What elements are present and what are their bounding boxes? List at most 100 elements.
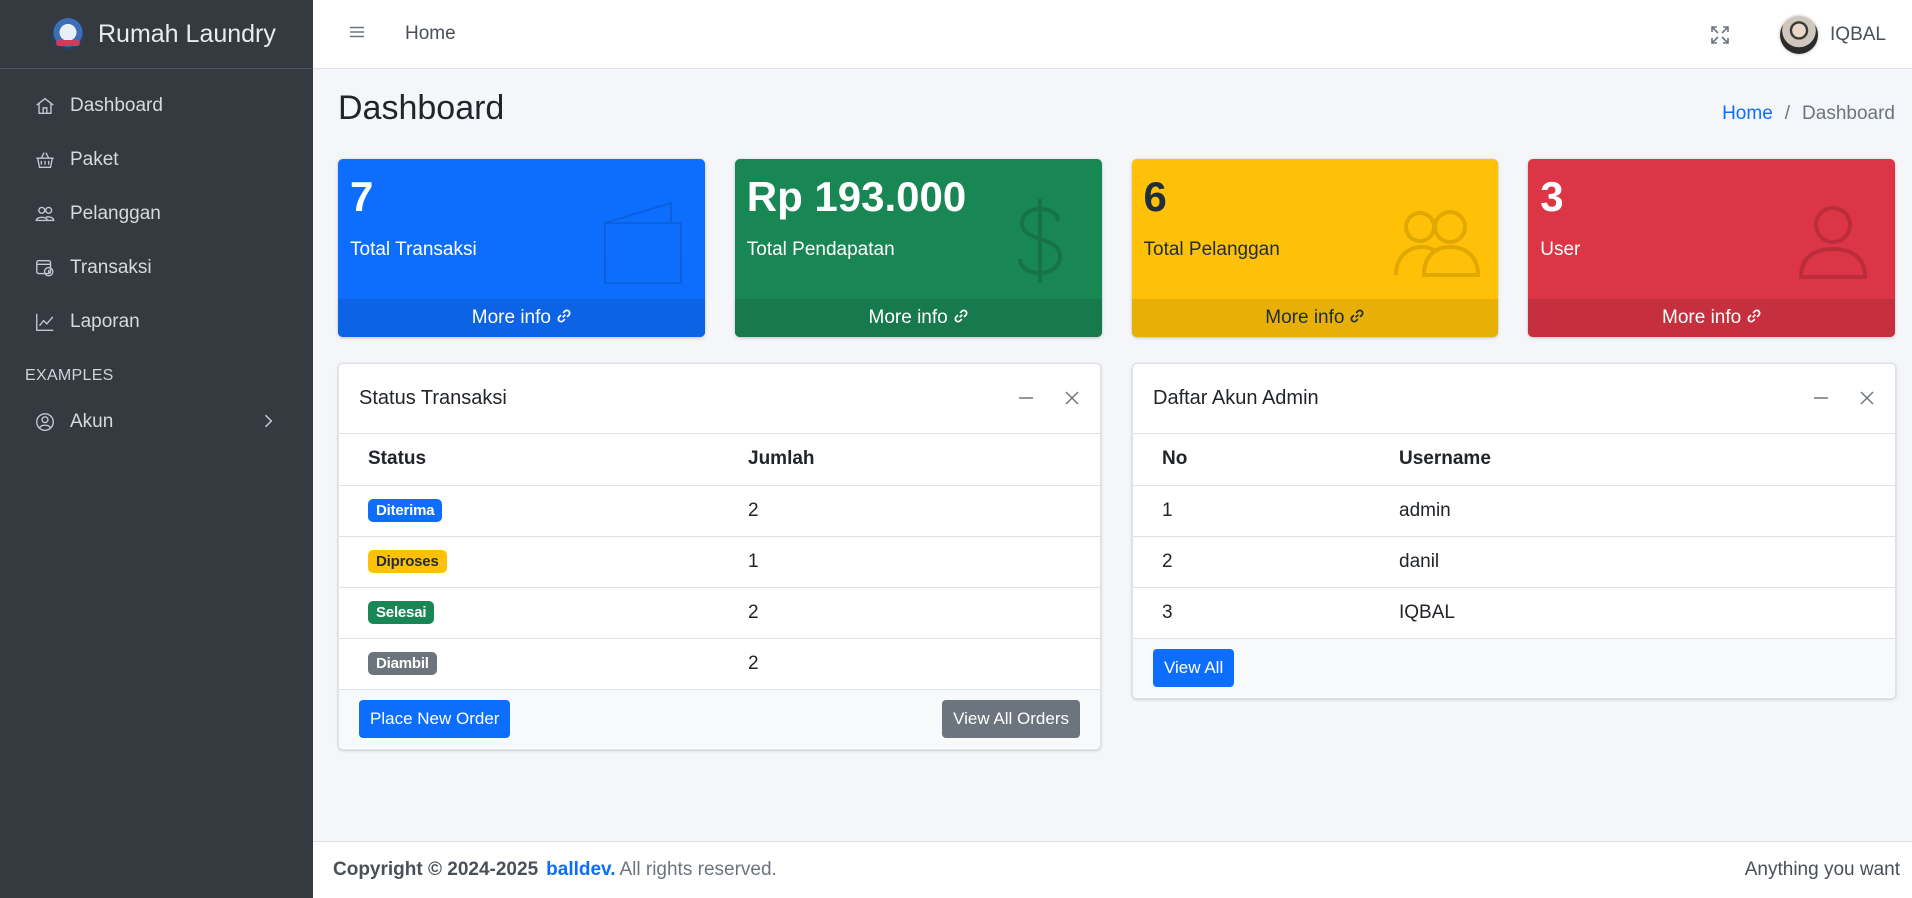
table-row: Diproses 1 — [339, 536, 1100, 588]
people-icon — [33, 202, 57, 226]
info-box-total-pelanggan: 6 Total Pelanggan More info — [1131, 159, 1499, 337]
hamburger-menu-icon[interactable] — [349, 24, 365, 45]
sidebar-item-akun[interactable]: Akun — [0, 395, 313, 449]
card-footer: Place New Order View All Orders — [339, 689, 1100, 748]
more-info-link[interactable]: More info — [338, 299, 705, 337]
sidebar-item-label: Pelanggan — [70, 203, 161, 224]
main-content: Dashboard Home / Dashboard 7 Total Trans… — [313, 69, 1912, 841]
more-info-link[interactable]: More info — [1528, 299, 1895, 337]
top-navbar: Home IQBAL — [313, 0, 1912, 69]
link-icon — [557, 307, 571, 329]
info-box-label: Total Pendapatan — [746, 239, 895, 260]
status-table: Status Jumlah Diterima 2 Diproses 1 Sele… — [339, 434, 1100, 689]
jumlah-cell: 2 — [719, 587, 1100, 639]
page-title: Dashboard — [338, 89, 505, 127]
link-icon — [1747, 307, 1761, 329]
basket-icon — [33, 148, 57, 172]
table-header-row: Status Jumlah — [339, 434, 1100, 486]
sidebar-item-paket[interactable]: Paket — [0, 133, 313, 187]
user-avatar[interactable] — [1780, 15, 1819, 54]
table-row: Diterima 2 — [339, 485, 1100, 537]
admin-table: No Username 1 admin 2 danil 3 IQBAL — [1133, 434, 1895, 638]
jumlah-cell: 1 — [719, 536, 1100, 588]
dollar-icon — [992, 193, 1088, 289]
minimize-icon[interactable] — [1016, 388, 1036, 413]
daftar-akun-admin-card: Daftar Akun Admin No Username 1 admin 2 — [1132, 363, 1896, 699]
jumlah-cell: 2 — [748, 652, 759, 674]
table-row: 1 admin — [1133, 485, 1895, 537]
sidebar: Rumah Laundry Dashboard Paket Pelanggan … — [0, 0, 313, 898]
card-title: Status Transaksi — [359, 387, 507, 409]
username-cell: IQBAL — [1399, 601, 1455, 623]
place-new-order-button[interactable]: Place New Order — [359, 700, 511, 738]
link-icon — [954, 307, 968, 329]
card-footer: View All — [1133, 638, 1895, 697]
user-name[interactable]: IQBAL — [1830, 24, 1886, 46]
footer-link-balldev[interactable]: balldev. — [546, 859, 615, 881]
sidebar-item-label: Transaksi — [70, 257, 152, 278]
info-box-user: 3 User More info — [1528, 159, 1895, 337]
footer-right-text: Anything you want — [1744, 859, 1900, 880]
person-circle-icon — [33, 410, 57, 434]
sidebar-item-transaksi[interactable]: Transaksi — [0, 241, 313, 295]
status-badge: Selesai — [368, 601, 435, 624]
card-header: Daftar Akun Admin — [1133, 364, 1895, 434]
breadcrumb-home-link[interactable]: Home — [1722, 103, 1773, 125]
brand-logo — [52, 18, 84, 50]
info-box-label: User — [1540, 239, 1581, 260]
card-tools — [1811, 388, 1877, 413]
view-all-orders-button[interactable]: View All Orders — [942, 700, 1080, 738]
sidebar-item-label: Dashboard — [70, 95, 163, 116]
info-box-value: 7 — [350, 173, 374, 220]
column-header-no: No — [1133, 434, 1370, 486]
column-header-username: Username — [1370, 434, 1895, 486]
person-icon — [1785, 193, 1881, 289]
brand-link[interactable]: Rumah Laundry — [0, 0, 313, 69]
info-box-value: 3 — [1540, 173, 1564, 220]
no-cell: 2 — [1133, 536, 1370, 588]
sidebar-nav: Dashboard Paket Pelanggan Transaksi Lapo… — [0, 69, 313, 449]
close-icon[interactable] — [1857, 388, 1877, 413]
house-icon — [33, 94, 57, 118]
info-box-label: Total Transaksi — [350, 239, 477, 260]
sidebar-header-examples: EXAMPLES — [25, 367, 114, 384]
column-header-status: Status — [339, 434, 719, 486]
view-all-admins-button[interactable]: View All — [1153, 649, 1235, 687]
more-info-link[interactable]: More info — [1131, 299, 1499, 337]
brand-name: Rumah Laundry — [98, 19, 276, 48]
card-header: Status Transaksi — [339, 364, 1100, 434]
fullscreen-icon[interactable] — [1708, 23, 1732, 47]
link-icon — [1350, 307, 1364, 329]
top-right-controls: IQBAL — [1708, 0, 1886, 69]
top-nav-home-link[interactable]: Home — [405, 23, 456, 45]
more-info-label: More info — [1265, 307, 1345, 328]
username-cell: danil — [1370, 536, 1895, 588]
sidebar-item-dashboard[interactable]: Dashboard — [0, 79, 313, 133]
sidebar-item-label: Laporan — [70, 311, 140, 332]
sidebar-item-pelanggan[interactable]: Pelanggan — [0, 187, 313, 241]
breadcrumb: Home / Dashboard — [1722, 103, 1895, 125]
info-box-total-transaksi: 7 Total Transaksi More info — [338, 159, 705, 337]
more-info-link[interactable]: More info — [734, 299, 1102, 337]
info-box-label: Total Pelanggan — [1143, 239, 1280, 260]
column-header-jumlah: Jumlah — [719, 434, 1100, 486]
breadcrumb-separator: / — [1784, 103, 1791, 124]
card-tools — [1016, 388, 1082, 413]
info-boxes: 7 Total Transaksi More info Rp 193.000 T… — [338, 159, 1895, 337]
close-icon[interactable] — [1062, 388, 1082, 413]
copyright-text: Copyright © 2024-2025 — [333, 859, 539, 880]
status-badge: Diambil — [368, 652, 437, 676]
minimize-icon[interactable] — [1811, 388, 1831, 413]
sidebar-item-label: Akun — [70, 411, 114, 432]
no-cell: 3 — [1162, 601, 1173, 623]
table-header-row: No Username — [1133, 434, 1895, 486]
status-badge: Diproses — [368, 550, 447, 573]
breadcrumb-current: Dashboard — [1802, 103, 1895, 124]
info-box-value: 6 — [1143, 173, 1167, 220]
wallet-icon — [595, 193, 691, 289]
rights-text: All rights reserved. — [619, 859, 777, 880]
username-cell: admin — [1370, 485, 1895, 537]
card-title: Daftar Akun Admin — [1153, 387, 1319, 409]
table-row: 2 danil — [1133, 536, 1895, 588]
sidebar-item-laporan[interactable]: Laporan — [0, 295, 313, 349]
